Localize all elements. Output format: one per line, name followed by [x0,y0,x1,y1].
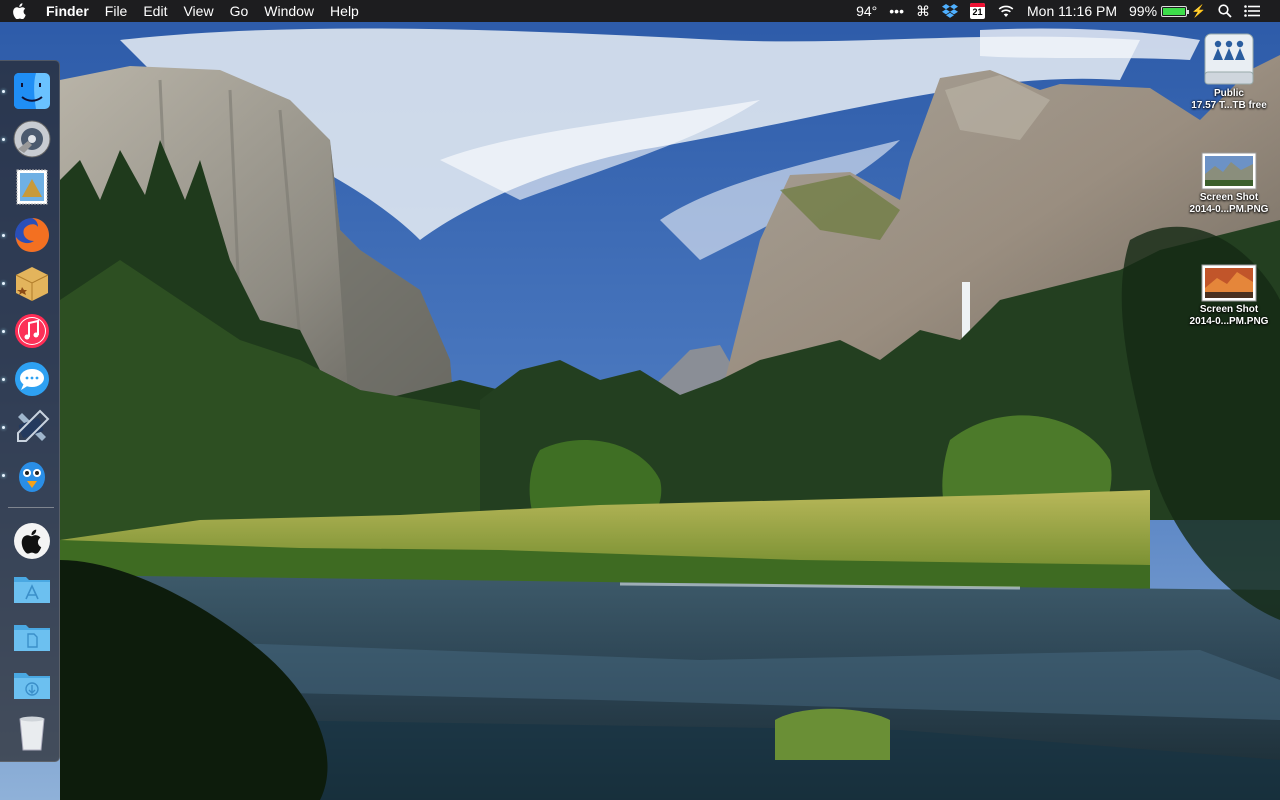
notification-center-icon[interactable] [1238,5,1266,17]
apple-menu-icon[interactable] [0,0,38,22]
documents-folder-icon[interactable] [10,615,54,659]
screenshot-2-label-line2: 2014-0...PM.PNG [1189,316,1269,327]
menu-app-name[interactable]: Finder [38,0,97,22]
charging-icon: ⚡ [1191,4,1206,18]
public-drive-icon[interactable]: Public 17.57 T...TB free [1174,32,1280,112]
battery-fill [1163,7,1186,15]
spotlight-search-icon[interactable] [1212,4,1238,18]
menu-help[interactable]: Help [322,0,367,22]
more-status[interactable]: ••• [883,0,910,22]
wifi-icon[interactable] [991,4,1021,18]
running-indicator [2,474,5,477]
downloads-folder-icon[interactable] [10,663,54,707]
dock [0,60,60,762]
public-drive-free-space: 17.57 T...TB free [1191,100,1267,111]
menu-bar: Finder File Edit View Go Window Help 94°… [0,0,1280,22]
calendar-day: 21 [972,7,983,17]
battery-icon [1161,5,1190,17]
mail-icon[interactable] [10,165,54,209]
menu-edit[interactable]: Edit [135,0,175,22]
apple-folder-icon[interactable] [10,519,54,563]
running-indicator [2,282,5,285]
messages-icon[interactable] [10,357,54,401]
wallpaper [0,0,1280,800]
menu-file[interactable]: File [97,0,136,22]
screenshot-file-2[interactable]: Screen Shot 2014-0...PM.PNG [1174,264,1280,328]
running-indicator [2,90,5,93]
battery-percent: 99% [1129,3,1158,19]
screenshot-thumbnail-icon [1201,152,1257,190]
firefox-icon[interactable] [10,213,54,257]
command-key-icon[interactable]: ⌘ [910,0,936,22]
menu-go[interactable]: Go [222,0,257,22]
running-indicator [2,234,5,237]
calendar-icon[interactable]: 21 [964,3,991,19]
tweetbot-icon[interactable] [10,453,54,497]
running-indicator [2,138,5,141]
running-indicator [2,426,5,429]
applications-folder-icon[interactable] [10,567,54,611]
finder-icon[interactable] [10,69,54,113]
package-icon[interactable] [10,261,54,305]
network-drive-icon [1204,33,1254,85]
menu-window[interactable]: Window [256,0,322,22]
battery-status[interactable]: 99% ⚡ [1123,0,1212,22]
clock-status[interactable]: Mon 11:16 PM [1021,0,1123,22]
running-indicator [2,330,5,333]
screenshot-file-1[interactable]: Screen Shot 2014-0...PM.PNG [1174,152,1280,216]
screenshot-1-label-line1: Screen Shot [1199,192,1259,203]
screenshot-thumbnail-icon [1201,264,1257,302]
dock-separator [8,507,54,508]
itunes-icon[interactable] [10,309,54,353]
running-indicator [2,378,5,381]
disk-utility-icon[interactable] [10,117,54,161]
screenshot-1-label-line2: 2014-0...PM.PNG [1189,204,1269,215]
public-drive-label: Public [1213,88,1244,99]
screenshot-2-label-line1: Screen Shot [1199,304,1259,315]
menu-view[interactable]: View [175,0,221,22]
temperature-status[interactable]: 94° [850,0,883,22]
xcode-icon[interactable] [10,405,54,449]
dropbox-icon[interactable] [936,4,964,18]
trash-icon[interactable] [10,711,54,755]
desktop[interactable]: Finder File Edit View Go Window Help 94°… [0,0,1280,800]
